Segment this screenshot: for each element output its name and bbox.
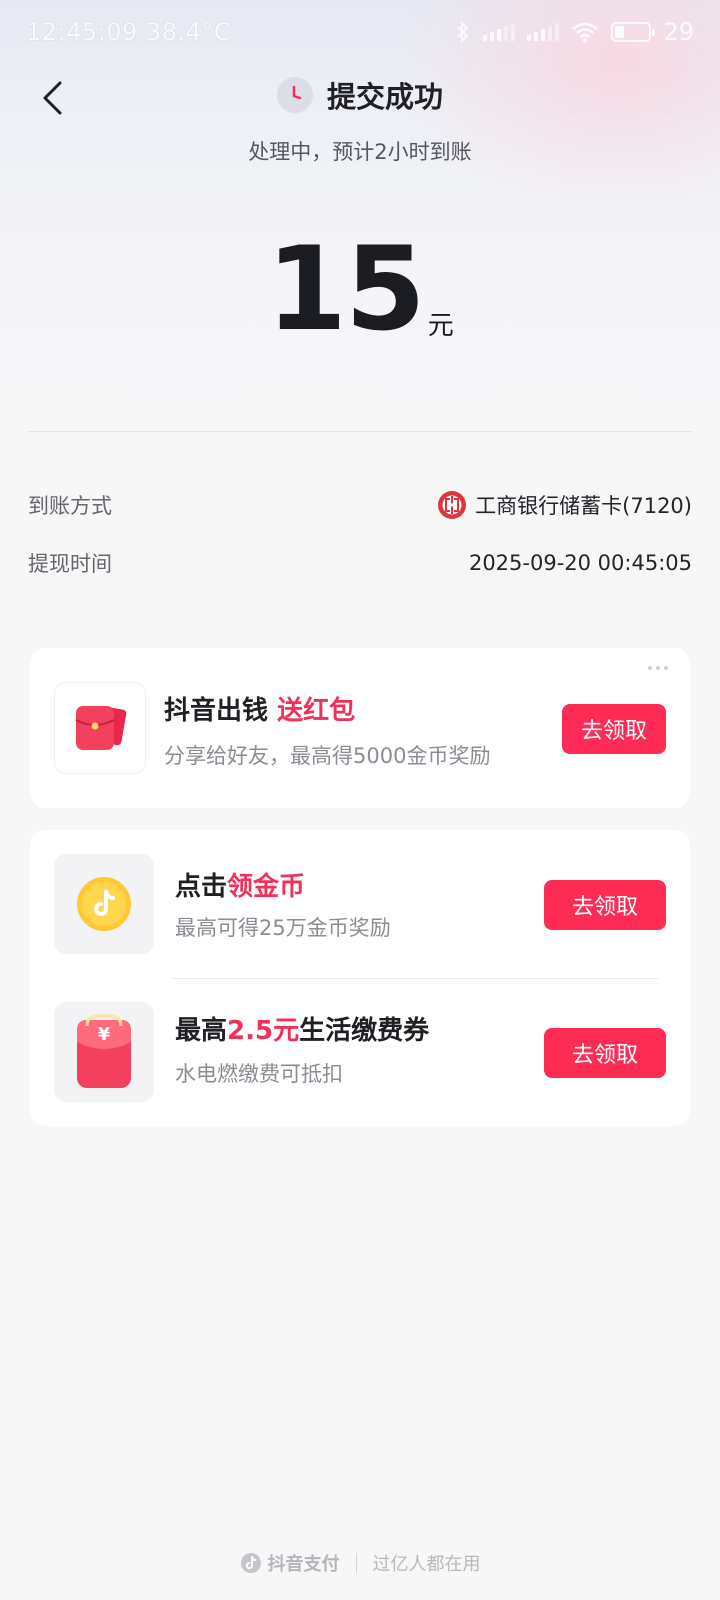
footer-brand: 抖音支付: [240, 1550, 340, 1576]
title-row: 提交成功: [0, 74, 720, 116]
method-label: 到账方式: [28, 494, 112, 518]
footer: 抖音支付 过亿人都在用: [0, 1550, 720, 1576]
promo1-title: 抖音出钱 送红包: [164, 690, 355, 727]
battery-percent: 29: [663, 18, 694, 46]
bluetooth-icon: [457, 21, 469, 43]
promo2-item2-title-highlight: 2.5元: [227, 1016, 300, 1046]
signal-icon: [483, 23, 516, 41]
promo2-item1-title-highlight: 领金币: [227, 872, 306, 902]
method-value: 工商银行储蓄卡(7120): [437, 490, 692, 520]
bank-icbc-icon: [438, 491, 467, 519]
promo-card-tasks: 点击领金币 最高可得25万金币奖励 去领取 ¥ 最高2.5元生活缴费券 水电燃缴…: [30, 830, 690, 1126]
info-row-method: 到账方式 工商银行储蓄卡(7120): [28, 490, 692, 520]
divider: [172, 978, 658, 979]
douyin-logo-icon: [240, 1553, 261, 1573]
coupon-bag-icon: ¥: [77, 1014, 131, 1088]
promo2-item2-title-prefix: 最高: [175, 1016, 228, 1046]
promo2-item2-desc: 水电燃缴费可抵扣: [175, 1062, 343, 1086]
divider: [28, 431, 692, 432]
footer-brand-text: 抖音支付: [267, 1554, 340, 1575]
coin-thumb: [54, 854, 154, 954]
more-dots-icon[interactable]: [648, 666, 668, 670]
wifi-icon: [572, 22, 599, 43]
clock-icon: [276, 77, 313, 113]
red-envelope-icon: [75, 706, 127, 750]
time-value: 2025-09-20 00:45:05: [468, 551, 692, 575]
claim-button-coupon[interactable]: 去领取: [544, 1028, 666, 1078]
amount-value: 15: [266, 222, 425, 357]
method-value-text: 工商银行储蓄卡(7120): [475, 494, 692, 518]
signal-icon: [527, 23, 560, 41]
status-time-temp: 12:45:09 38.4°C: [26, 18, 232, 46]
svg-text:¥: ¥: [98, 1024, 111, 1045]
battery-icon: [611, 22, 656, 42]
promo2-item2-title: 最高2.5元生活缴费券: [175, 1010, 429, 1047]
promo1-title-plain: 抖音出钱: [164, 696, 269, 726]
promo-card-red-envelope: 抖音出钱 送红包 分享给好友，最高得5000金币奖励 去领取: [30, 648, 690, 808]
status-bar: 12:45:09 38.4°C 29: [0, 0, 720, 64]
promo2-item2-title-suffix: 生活缴费券: [299, 1016, 430, 1046]
page-subtitle: 处理中，预计2小时到账: [248, 140, 472, 164]
claim-button-red-envelope[interactable]: 去领取: [562, 704, 666, 754]
promo1-desc: 分享给好友，最高得5000金币奖励: [164, 744, 491, 768]
info-row-time: 提现时间 2025-09-20 00:45:05: [28, 548, 692, 578]
promo2-item1-title: 点击领金币: [175, 866, 305, 903]
footer-separator: [355, 1553, 357, 1573]
page-title: 提交成功: [326, 80, 443, 114]
time-label: 提现时间: [28, 552, 112, 576]
douyin-coin-icon: [77, 877, 131, 931]
red-envelope-thumb: [54, 682, 146, 774]
claim-button-coins[interactable]: 去领取: [544, 880, 666, 930]
battery-level: [615, 26, 625, 38]
status-icons: 29: [455, 18, 694, 46]
promo1-title-highlight: 送红包: [277, 696, 356, 726]
amount-display: 15 元: [0, 232, 720, 348]
amount-unit: 元: [427, 311, 454, 341]
promo2-item1-desc: 最高可得25万金币奖励: [175, 916, 391, 940]
footer-slogan: 过亿人都在用: [372, 1554, 481, 1575]
coupon-thumb: ¥: [54, 1002, 154, 1102]
promo2-item1-title-plain: 点击: [175, 872, 228, 902]
